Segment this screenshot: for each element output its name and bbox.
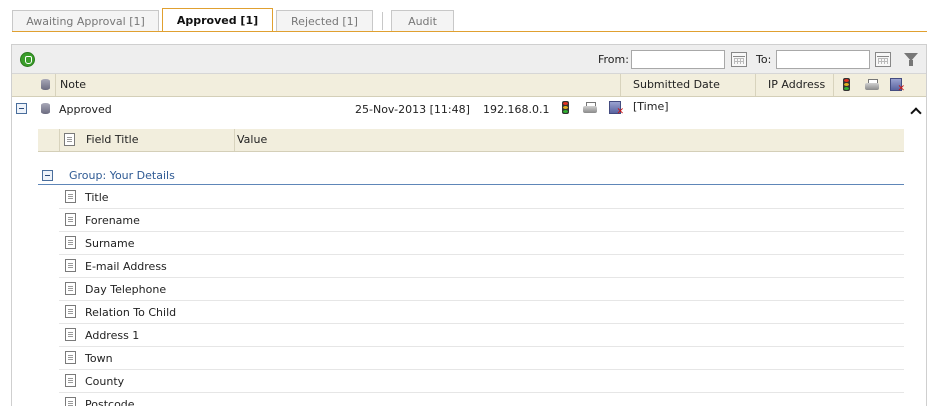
to-date-input[interactable] [776,50,870,69]
document-icon [65,213,76,226]
group-label: Group: Your Details [69,169,175,182]
column-header-field-title[interactable]: Field Title [59,129,234,151]
printer-icon[interactable] [583,102,598,114]
from-label: From: [598,53,629,66]
row-note: Approved [59,103,112,116]
from-calendar-icon[interactable] [731,52,747,67]
collapse-row-icon[interactable] [16,103,27,114]
grid-header: Note Submitted Date [Time] IP Address [12,74,926,113]
document-icon [65,397,76,406]
row-ip-address: 192.168.0.1 [483,103,550,116]
document-icon [65,328,76,341]
field-title: Surname [85,237,135,250]
list-item[interactable]: E-mail Address [59,255,904,278]
scroll-up-icon[interactable] [910,107,922,117]
list-item[interactable]: Forename [59,209,904,232]
column-header-value[interactable]: Value [234,129,904,151]
field-title: E-mail Address [85,260,167,273]
document-icon [65,374,76,387]
field-title: Postcode [85,398,135,406]
from-date-input[interactable] [631,50,725,69]
tab-bar: Awaiting Approval [1] Approved [1] Rejec… [0,0,939,32]
detail-grid: Field Title Value Group: Your Details Ti… [38,129,904,406]
delete-icon [890,78,905,94]
table-row[interactable]: Approved 25-Nov-2013 [11:48] 192.168.0.1 [12,97,628,121]
list-item[interactable]: Address 1 [59,324,904,347]
document-icon [65,282,76,295]
field-title: Day Telephone [85,283,167,296]
field-title: County [85,375,125,388]
database-icon [41,103,50,114]
filter-toolbar: From: To: [12,45,926,74]
column-header-ip-address[interactable]: IP Address [755,74,833,96]
document-icon [65,259,76,272]
document-icon [65,236,76,249]
field-title: Relation To Child [85,306,177,319]
list-item[interactable]: Surname [59,232,904,255]
list-item[interactable]: Relation To Child [59,301,904,324]
field-title: Title [85,191,109,204]
field-title: Address 1 [85,329,140,342]
list-item[interactable]: Day Telephone [59,278,904,301]
tab-underline [12,31,927,32]
column-header-note[interactable]: Note [55,74,620,96]
traffic-light-icon[interactable] [562,101,569,114]
delete-icon[interactable] [609,101,624,117]
to-calendar-icon[interactable] [875,52,891,67]
document-icon [65,351,76,364]
tab-awaiting-approval[interactable]: Awaiting Approval [1] [12,10,159,32]
traffic-light-icon [843,78,850,91]
collapse-group-icon[interactable] [42,170,53,181]
list-item[interactable]: Title [59,186,904,209]
to-label: To: [756,53,772,66]
list-item[interactable]: Postcode [59,393,904,406]
approved-panel: From: To: Note Submitted Date [Time] IP … [11,44,927,406]
row-submitted-date: 25-Nov-2013 [11:48] [355,103,470,116]
tab-rejected[interactable]: Rejected [1] [276,10,373,32]
shield-icon[interactable] [20,52,35,67]
tab-audit[interactable]: Audit [391,10,454,32]
list-item[interactable]: County [59,370,904,393]
tab-approved[interactable]: Approved [1] [162,8,273,32]
detail-grid-header: Field Title Value [38,129,904,152]
list-item[interactable]: Town [59,347,904,370]
field-title: Town [85,352,113,365]
tab-separator [382,12,383,30]
group-row[interactable]: Group: Your Details [38,166,904,185]
printer-icon [865,79,880,91]
document-icon [65,305,76,318]
field-title: Forename [85,214,140,227]
filter-icon[interactable] [904,53,918,66]
database-icon [41,79,50,90]
column-header-submitted-date[interactable]: Submitted Date [Time] [620,74,755,113]
scrollbar[interactable] [906,97,926,406]
document-icon [65,190,76,203]
